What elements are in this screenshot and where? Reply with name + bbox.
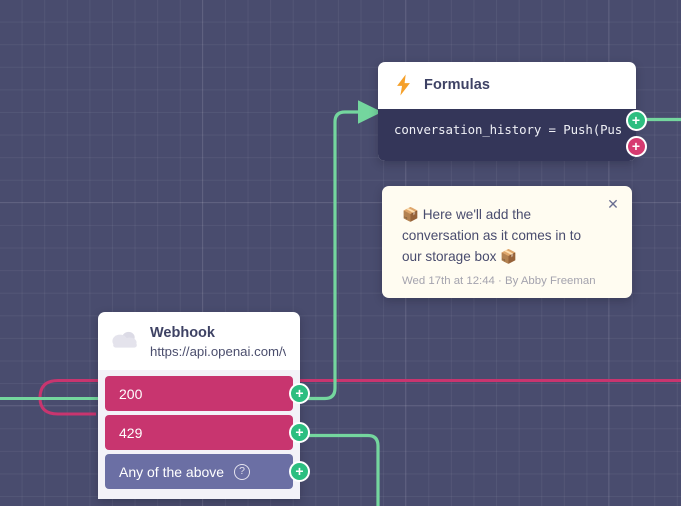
- branch-row-any-of-the-above[interactable]: Any of the above ? +: [105, 454, 310, 489]
- formula-expression[interactable]: conversation_history = Push(Pus: [394, 122, 622, 137]
- comment-note[interactable]: ✕ 📦 Here we'll add the conversation as i…: [382, 186, 632, 298]
- lightning-bolt-icon: [397, 74, 410, 96]
- edge-429-downstream: [300, 433, 380, 506]
- webhook-branch-list: 200 + 429 + Any of the above ? +: [98, 370, 310, 499]
- cloud-icon: [112, 331, 137, 348]
- help-icon[interactable]: ?: [234, 463, 251, 480]
- add-success-branch-button[interactable]: +: [625, 110, 647, 131]
- edge-200-to-formulas: [300, 100, 383, 401]
- close-icon[interactable]: ✕: [604, 195, 622, 213]
- add-branch-429-button[interactable]: +: [289, 422, 310, 443]
- plus-icon: +: [631, 137, 641, 154]
- webhook-header: Webhook https://api.openai.com/v: [98, 312, 300, 370]
- add-branch-any-button[interactable]: +: [289, 461, 310, 482]
- plus-icon: +: [295, 384, 304, 401]
- add-error-branch-button[interactable]: +: [625, 136, 647, 157]
- workflow-canvas[interactable]: Formulas conversation_history = Push(Pus…: [0, 0, 681, 506]
- webhook-url: https://api.openai.com/v: [150, 344, 286, 359]
- add-branch-200-button[interactable]: +: [289, 383, 310, 404]
- plus-icon: +: [631, 111, 641, 128]
- comment-text: 📦 Here we'll add the conversation as it …: [402, 207, 582, 264]
- node-webhook[interactable]: Webhook https://api.openai.com/v 200 + 4…: [98, 312, 310, 499]
- formulas-title: Formulas: [424, 77, 491, 93]
- plus-icon: +: [295, 423, 304, 440]
- plus-icon: +: [295, 462, 304, 479]
- comment-meta: Wed 17th at 12:44 · By Abby Freeman: [402, 275, 596, 287]
- branch-label: 429: [119, 424, 143, 441]
- branch-row-200[interactable]: 200 +: [105, 376, 310, 411]
- node-formulas[interactable]: Formulas conversation_history = Push(Pus…: [378, 62, 647, 161]
- branch-label: Any of the above: [119, 463, 225, 480]
- webhook-title: Webhook: [150, 325, 215, 341]
- branch-row-429[interactable]: 429 +: [105, 415, 310, 450]
- branch-label: 200: [119, 385, 143, 402]
- formulas-header: Formulas: [378, 62, 636, 109]
- formulas-body[interactable]: conversation_history = Push(Pus: [378, 109, 636, 161]
